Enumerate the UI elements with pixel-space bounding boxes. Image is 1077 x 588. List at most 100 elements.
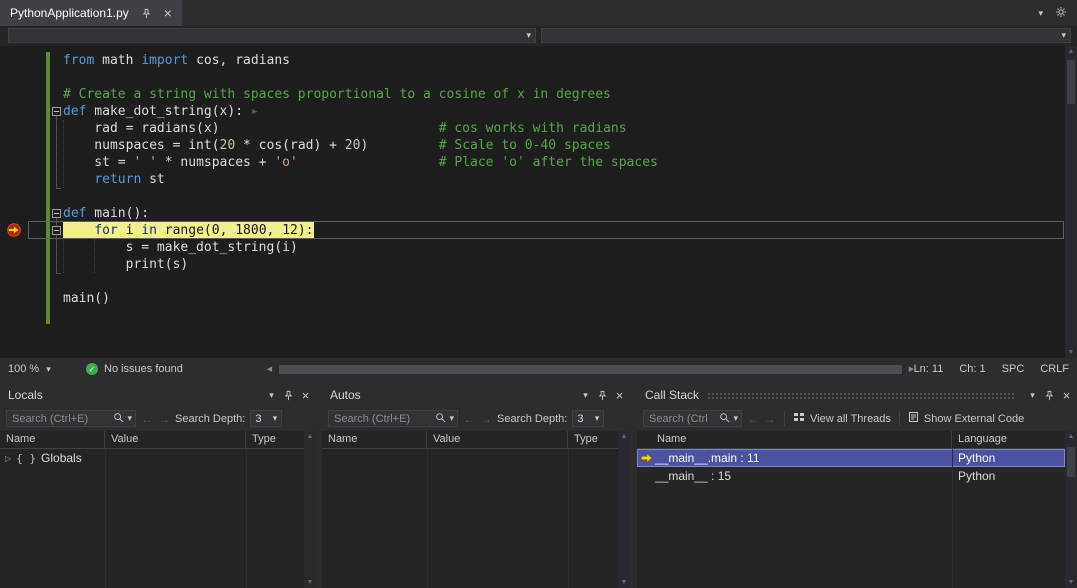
close-icon[interactable]: × (1058, 386, 1075, 404)
autos-grid-body (322, 449, 618, 588)
scroll-left-icon[interactable]: ◀ (263, 365, 276, 373)
autos-title-bar[interactable]: Autos ▾ × (322, 384, 630, 406)
callstack-title-bar[interactable]: Call Stack ▾ × (637, 384, 1077, 406)
scrollbar-thumb[interactable] (279, 365, 902, 374)
chevron-down-icon: ▾ (595, 414, 600, 423)
line-indicator: Ln: 11 (914, 363, 944, 375)
locals-scrollbar[interactable]: ▲ ▼ (304, 431, 316, 588)
tab-pythonapplication1[interactable]: PythonApplication1.py × (0, 0, 182, 26)
scroll-down-icon[interactable]: ▼ (307, 579, 314, 586)
window-position-icon[interactable]: ▾ (1024, 386, 1041, 404)
code-line[interactable]: rad = radians(x) # cos works with radian… (0, 120, 1065, 137)
panel-autos: Autos ▾ × ▾ ← (322, 384, 630, 588)
gear-icon[interactable] (1055, 6, 1067, 21)
fold-toggle-icon[interactable] (52, 107, 61, 116)
code-line[interactable]: st = ' ' * numspaces + 'o' # Place 'o' a… (0, 154, 1065, 171)
code-line[interactable]: for i in range(0, 1800, 12): (0, 222, 1065, 239)
scroll-up-icon[interactable]: ▲ (1068, 433, 1075, 440)
forward-icon[interactable]: → (480, 413, 492, 425)
code-line[interactable] (0, 188, 1065, 205)
back-icon[interactable]: ← (747, 413, 759, 425)
scrollbar-thumb[interactable] (1067, 60, 1075, 104)
close-icon[interactable]: × (164, 6, 172, 20)
fold-toggle-icon[interactable] (52, 209, 61, 218)
code-line[interactable]: def make_dot_string(x): ▸ (0, 103, 1065, 120)
scroll-up-icon[interactable]: ▲ (1068, 48, 1075, 55)
column-header-name[interactable]: Name (322, 431, 427, 448)
code-editor[interactable]: from math import cos, radians # Create a … (0, 46, 1077, 358)
close-icon[interactable]: × (611, 386, 628, 404)
scroll-down-icon[interactable]: ▼ (1068, 349, 1075, 356)
code-line[interactable]: return st (0, 171, 1065, 188)
search-input[interactable] (332, 413, 432, 425)
pin-icon[interactable] (1041, 386, 1058, 404)
active-files-chevron-icon[interactable]: ▾ (1038, 9, 1043, 18)
chevron-down-icon[interactable]: ▾ (127, 414, 132, 423)
column-header-name[interactable]: Name (0, 431, 105, 448)
code-line[interactable]: def main(): (0, 205, 1065, 222)
search-box[interactable]: ▾ (328, 410, 458, 427)
column-header-type[interactable]: Type (246, 431, 304, 448)
zoom-select[interactable]: 100 % ▾ (8, 358, 51, 380)
code-line[interactable] (0, 273, 1065, 290)
pin-icon[interactable] (594, 386, 611, 404)
window-position-icon[interactable]: ▾ (263, 386, 280, 404)
search-input[interactable] (10, 413, 110, 425)
code-line[interactable]: main() (0, 290, 1065, 307)
autos-scrollbar[interactable]: ▲ ▼ (618, 431, 630, 588)
glyph-margin (0, 86, 46, 103)
stack-frame-row[interactable]: __main__ : 15Python (637, 467, 1065, 485)
back-icon[interactable]: ← (141, 413, 153, 425)
forward-icon[interactable]: → (764, 413, 776, 425)
scroll-down-icon[interactable]: ▼ (1068, 579, 1075, 586)
callstack-scrollbar[interactable]: ▲ ▼ (1065, 431, 1077, 588)
frame-language: Python (952, 469, 1065, 483)
change-bar (46, 171, 50, 188)
current-statement-icon[interactable] (0, 222, 46, 239)
expander-icon[interactable]: ▷ (5, 454, 11, 463)
pin-icon[interactable] (280, 386, 297, 404)
code-line[interactable]: s = make_dot_string(i) (0, 239, 1065, 256)
chevron-down-icon[interactable]: ▾ (449, 414, 454, 423)
column-header-type[interactable]: Type (568, 431, 618, 448)
scroll-down-icon[interactable]: ▼ (621, 579, 628, 586)
code-line[interactable] (0, 307, 1065, 324)
search-depth-select[interactable]: 3 ▾ (572, 410, 604, 427)
view-all-threads-button[interactable]: View all Threads (793, 411, 891, 426)
glyph-margin (0, 205, 46, 222)
column-header-name[interactable]: Name (637, 431, 952, 448)
forward-icon[interactable]: → (158, 413, 170, 425)
window-position-icon[interactable]: ▾ (577, 386, 594, 404)
search-input[interactable] (647, 413, 716, 425)
nav-member-dropdown[interactable]: ▾ (541, 28, 1071, 43)
code-line[interactable] (0, 69, 1065, 86)
pin-icon[interactable] (138, 4, 155, 22)
editor-horizontal-scrollbar[interactable]: ◀ ▶ (263, 362, 918, 376)
close-icon[interactable]: × (297, 386, 314, 404)
scroll-up-icon[interactable]: ▲ (621, 433, 628, 440)
locals-title-bar[interactable]: Locals ▾ × (0, 384, 316, 406)
editor-vertical-scrollbar[interactable]: ▲ ▼ (1065, 46, 1077, 358)
column-header-value[interactable]: Value (427, 431, 568, 448)
nav-project-dropdown[interactable]: ▾ (8, 28, 536, 43)
column-header-language[interactable]: Language (952, 431, 1065, 448)
scroll-up-icon[interactable]: ▲ (307, 433, 314, 440)
chevron-down-icon[interactable]: ▾ (733, 414, 738, 423)
back-icon[interactable]: ← (463, 413, 475, 425)
stack-frame-row[interactable]: __main__.main : 11Python (637, 449, 1065, 467)
variable-row[interactable]: ▷{ }Globals (0, 449, 304, 467)
search-box[interactable]: ▾ (643, 410, 742, 427)
fold-toggle-icon[interactable] (52, 226, 61, 235)
column-header-value[interactable]: Value (105, 431, 246, 448)
scrollbar-thumb[interactable] (1067, 447, 1075, 477)
code-line[interactable]: from math import cos, radians (0, 52, 1065, 69)
show-external-code-button[interactable]: Show External Code (908, 411, 1024, 426)
search-box[interactable]: ▾ (6, 410, 136, 427)
code-line[interactable]: numspaces = int(20 * cos(rad) + 20) # Sc… (0, 137, 1065, 154)
search-depth-select[interactable]: 3 ▾ (250, 410, 282, 427)
code-line[interactable]: # Create a string with spaces proportion… (0, 86, 1065, 103)
code-line[interactable]: print(s) (0, 256, 1065, 273)
scrollbar-track[interactable] (276, 365, 905, 374)
health-indicator[interactable]: ✓ No issues found (86, 358, 183, 380)
chevron-down-icon: ▾ (526, 31, 531, 40)
